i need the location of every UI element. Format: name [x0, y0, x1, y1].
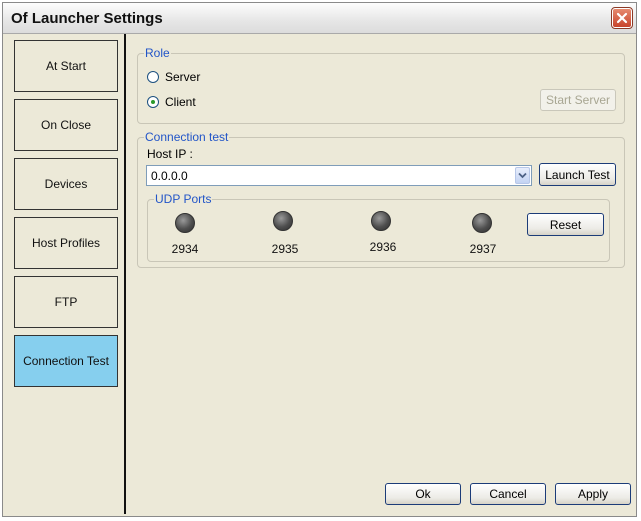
sidebar-item-host-profiles[interactable]: Host Profiles — [14, 217, 118, 269]
radio-client-label: Client — [165, 95, 196, 109]
ok-button[interactable]: Ok — [385, 483, 461, 505]
apply-button[interactable]: Apply — [555, 483, 631, 505]
host-ip-label: Host IP : — [147, 147, 193, 161]
cancel-button[interactable]: Cancel — [470, 483, 546, 505]
window-title: Of Launcher Settings — [11, 10, 163, 27]
sidebar-item-devices[interactable]: Devices — [14, 158, 118, 210]
radio-server[interactable]: Server — [147, 70, 200, 84]
sidebar-item-at-start[interactable]: At Start — [14, 40, 118, 92]
sidebar-item-label: At Start — [45, 59, 86, 73]
port-2937-status-led — [472, 213, 492, 233]
role-legend: Role — [145, 46, 170, 60]
connection-test-legend: Connection test — [145, 130, 229, 144]
settings-window: Of Launcher Settings At Start On Close D… — [2, 2, 637, 517]
host-ip-value: 0.0.0.0 — [151, 169, 188, 183]
sidebar-item-connection-test[interactable]: Connection Test — [14, 335, 118, 387]
close-button[interactable] — [611, 7, 633, 29]
port-2936-status-led — [371, 211, 391, 231]
sidebar-item-label: FTP — [54, 295, 78, 309]
host-ip-dropdown-button[interactable] — [515, 167, 530, 184]
radio-client[interactable]: Client — [147, 95, 196, 109]
port-2934-status-led — [175, 213, 195, 233]
sidebar-item-label: Connection Test — [23, 354, 109, 368]
title-bar[interactable]: Of Launcher Settings — [3, 3, 636, 34]
launch-test-button[interactable]: Launch Test — [539, 163, 616, 186]
sidebar-item-ftp[interactable]: FTP — [14, 276, 118, 328]
sidebar-item-label: Host Profiles — [31, 236, 101, 250]
host-ip-combobox[interactable]: 0.0.0.0 — [146, 165, 532, 186]
radio-server-indicator[interactable] — [147, 71, 159, 83]
sidebar: At Start On Close Devices Host Profiles … — [6, 34, 126, 514]
close-icon — [616, 12, 628, 24]
port-2936-label: 2936 — [369, 240, 397, 254]
reset-button[interactable]: Reset — [527, 213, 604, 236]
start-server-button[interactable]: Start Server — [540, 89, 616, 111]
udp-ports-legend: UDP Ports — [155, 192, 212, 206]
chevron-down-icon — [518, 172, 527, 179]
content-panel: Role Server Client Start Server Connecti… — [127, 34, 634, 514]
port-2937-label: 2937 — [469, 242, 497, 256]
sidebar-item-label: Devices — [44, 177, 88, 191]
sidebar-item-label: On Close — [40, 118, 92, 132]
sidebar-item-on-close[interactable]: On Close — [14, 99, 118, 151]
radio-server-label: Server — [165, 70, 201, 84]
port-2934-label: 2934 — [171, 242, 199, 256]
radio-client-indicator[interactable] — [147, 96, 159, 108]
port-2935-status-led — [273, 211, 293, 231]
role-group: Role — [137, 46, 625, 124]
port-2935-label: 2935 — [271, 242, 299, 256]
